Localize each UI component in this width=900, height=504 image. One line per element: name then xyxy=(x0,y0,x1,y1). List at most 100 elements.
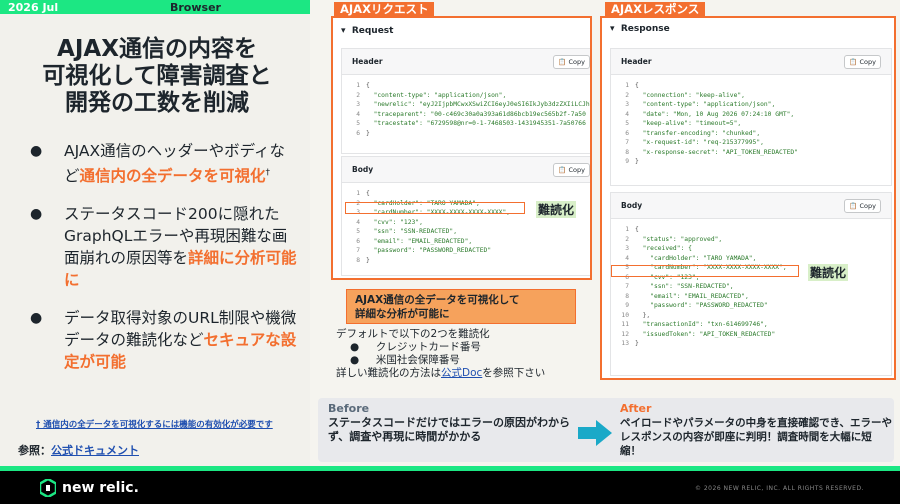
code-line: 1{ xyxy=(356,190,370,197)
ref-label: 参照： xyxy=(18,444,51,457)
code-line: 1{ xyxy=(625,226,639,233)
code-line: 2 "connection": "keep-alive", xyxy=(625,91,745,99)
after-text: ペイロードやパラメータの中身を直接確認でき、エラーやレスポンスの内容が即座に判明… xyxy=(620,417,892,457)
callout-line: 詳細な分析が可能に xyxy=(355,308,450,320)
title-line: 可視化して障害調査と xyxy=(42,63,272,89)
highlight-box xyxy=(611,265,799,277)
obfuscation-info: デフォルトで以下の2つを難読化 ● クレジットカード番号 ● 米国社会保障番号 … xyxy=(336,328,596,380)
code-line: 13} xyxy=(621,340,639,347)
code-line: 5 "keep-alive": "timeout=5", xyxy=(625,120,742,127)
code-block: 1{2 "cardHolder": "TARO YAMADA", 3 "cardN… xyxy=(342,183,590,271)
feature-list: ● AJAX通信のヘッダーやボディなど通信内の全データを可視化† ● ステータス… xyxy=(30,140,300,389)
obfuscation-tag: 難読化 xyxy=(808,264,849,281)
page-title: AJAX通信の内容を 可視化して障害調査と 開発の工数を削減 xyxy=(22,36,292,117)
bullet-icon: ● xyxy=(30,206,43,223)
code-line: 3 "newrelic": "eyJ2IjpbMCwxXSwiZCI6eyJ0e… xyxy=(356,101,592,108)
response-header-card: Header 📋 Copy 1{ 2 "connection": "keep-ali… xyxy=(610,48,892,186)
obfuscation-tag: 難読化 xyxy=(536,201,577,218)
code-line: 11 "transactionId": "txn-614699746", xyxy=(621,321,768,328)
highlight-box xyxy=(345,202,525,214)
code-line: 6} xyxy=(356,129,370,137)
code-line: 3 "content-type": "application/json", xyxy=(625,101,776,108)
code-line: 4 "traceparent": "00-c469c30a0a393a61d86… xyxy=(356,110,586,118)
info-line: デフォルトで以下の2つを難読化 xyxy=(336,328,490,340)
copy-button[interactable]: 📋 Copy xyxy=(553,54,590,69)
request-panel-label: AJAXリクエスト xyxy=(334,2,435,16)
list-item: ● ステータスコード200に隠れたGraphQLエラーや再現困難な画面崩れの原因… xyxy=(30,203,300,291)
bullet-text: データ取得対象のURL制限や機微データの難読化などセキュアな設定が可能 xyxy=(64,309,297,372)
list-item: ● 米国社会保障番号 xyxy=(350,354,460,366)
response-body-card: Body 📋 Copy 1{ 2 "status": "approved", 3 "r… xyxy=(610,192,892,376)
code-line: 4 "cvv": "123", xyxy=(356,218,423,226)
info-line: 詳しい難読化の方法は公式Docを参照下さい xyxy=(336,367,546,379)
footnote-link[interactable]: † 通信内の全データを可視化するには機能の有効化が必要です xyxy=(36,418,273,430)
code-line: 10 }, xyxy=(621,311,651,319)
before-text: ステータスコードだけではエラーの原因がわからず、調査や再現に時間がかかる xyxy=(328,416,570,443)
code-line: 7 "ssn": "SSN-REDACTED", xyxy=(625,283,734,290)
copy-button[interactable]: 📋 Copy xyxy=(844,54,881,69)
bullet-icon: ● xyxy=(30,143,43,159)
code-line: 9 "password": "PASSWORD_REDACTED" xyxy=(625,302,768,309)
code-block: 1{ 2 "status": "approved", 3 "received": {… xyxy=(611,219,891,355)
code-line: 1{ xyxy=(356,82,370,89)
chevron-down-icon: ▾ xyxy=(610,24,615,34)
request-section-toggle[interactable]: ▾ Request xyxy=(341,26,393,36)
footer: new relic. © 2026 NEW RELIC, INC. ALL RI… xyxy=(0,471,900,504)
code-line: 5 "ssn": "SSN-REDACTED", xyxy=(356,228,457,235)
code-line: 9} xyxy=(625,158,639,165)
code-line: 8 "x-response-secret": "API_TOKEN_REDACT… xyxy=(625,148,799,156)
top-bar: 2026 Jul Browser xyxy=(0,0,310,14)
code-block: 1{ 2 "content-type": "application/json", 3… xyxy=(342,75,592,144)
code-line: 3 "received": { xyxy=(625,245,692,252)
chevron-down-icon: ▾ xyxy=(341,26,346,36)
request-panel: ▾ Request Header 📋 Copy 1{ 2 "content-type… xyxy=(331,16,592,280)
list-item: ● クレジットカード番号 xyxy=(350,341,481,353)
code-line: 4 "cardHolder": "TARO YAMADA", xyxy=(625,254,757,262)
card-title: Body xyxy=(621,201,643,210)
bullet-text: AJAX通信のヘッダーやボディなど通信内の全データを可視化† xyxy=(64,142,286,186)
bullet-text: ステータスコード200に隠れたGraphQLエラーや再現困難な画面崩れの原因等を… xyxy=(64,205,297,290)
code-line: 7 "x-request-id": "req-215377995", xyxy=(625,139,764,146)
title-line: 開発の工数を削減 xyxy=(65,90,249,116)
new-relic-logo: new relic. xyxy=(40,479,139,497)
card-title: Header xyxy=(352,57,383,66)
reference: 参照：公式ドキュメント xyxy=(18,442,139,458)
callout-line: AJAX通信の全データを可視化して xyxy=(355,294,520,306)
code-line: 8 "email": "EMAIL_REDACTED", xyxy=(625,292,749,300)
request-section-label: Request xyxy=(351,26,394,36)
code-line: 8} xyxy=(356,256,370,264)
card-title: Header xyxy=(621,57,652,66)
response-section-label: Response xyxy=(620,24,670,34)
doc-link[interactable]: 公式Doc xyxy=(441,367,482,379)
code-line: 12 "issuedToken": "API_TOKEN_REDACTED" xyxy=(621,330,776,338)
copy-button[interactable]: 📋 Copy xyxy=(553,162,590,177)
card-title: Body xyxy=(352,165,374,174)
section-label: Browser xyxy=(170,0,221,14)
title-line: AJAX通信の内容を xyxy=(57,36,257,62)
code-block: 1{ 2 "connection": "keep-alive", 3 "conten… xyxy=(611,75,891,173)
response-panel-label: AJAXレスポンス xyxy=(605,2,706,16)
before-title: Before xyxy=(328,402,370,415)
request-header-card: Header 📋 Copy 1{ 2 "content-type": "applic… xyxy=(341,48,592,154)
response-section-toggle[interactable]: ▾ Response xyxy=(610,24,670,34)
code-line: 7 "password": "PASSWORD_REDACTED" xyxy=(356,247,492,254)
code-line: 5 "tracestate": "6729598@nr=0-1-7468503-… xyxy=(356,120,586,127)
callout-box: AJAX通信の全データを可視化して 詳細な分析が可能に xyxy=(346,289,576,324)
code-line: 2 "content-type": "application/json", xyxy=(356,91,507,99)
code-line: 6 "transfer-encoding": "chunked", xyxy=(625,129,761,137)
code-line: 1{ xyxy=(625,82,639,89)
before-after-box: Before ステータスコードだけではエラーの原因がわからず、調査や再現に時間が… xyxy=(318,398,894,462)
response-panel: ▾ Response Header 📋 Copy 1{ 2 "connection"… xyxy=(600,16,896,380)
code-line: 6 "email": "EMAIL_REDACTED", xyxy=(356,237,473,245)
code-line: 2 "status": "approved", xyxy=(625,235,723,243)
list-item: ● データ取得対象のURL制限や機微データの難読化などセキュアな設定が可能 xyxy=(30,307,300,373)
left-panel: AJAX通信の内容を 可視化して障害調査と 開発の工数を削減 ● AJAX通信の… xyxy=(0,14,310,466)
date-label: 2026 Jul xyxy=(8,0,59,14)
copyright: © 2026 NEW RELIC, INC. ALL RIGHTS RESERV… xyxy=(694,485,864,492)
logo-text: new relic. xyxy=(62,480,139,496)
copy-button[interactable]: 📋 Copy xyxy=(844,198,881,213)
after-title: After xyxy=(620,402,652,415)
new-relic-logo-icon xyxy=(40,479,56,497)
docs-link[interactable]: 公式ドキュメント xyxy=(51,444,139,457)
bullet-icon: ● xyxy=(30,310,43,327)
